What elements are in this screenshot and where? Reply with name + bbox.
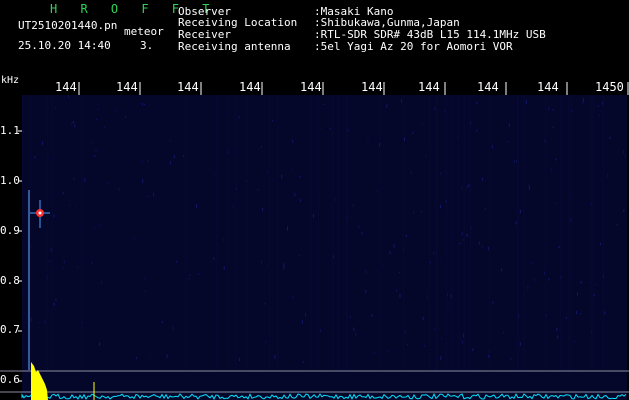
file-name: UT2510201440.pn <box>18 19 118 32</box>
date-time: 25.10.20 14:40 <box>18 39 111 52</box>
meteor-count: 3. <box>140 39 154 52</box>
x-tick-label: 144 <box>116 80 138 94</box>
y-tick-label: 1.1 <box>0 124 20 137</box>
spectrogram-plot <box>0 82 629 400</box>
x-tick-label: 144 <box>477 80 499 94</box>
antenna-value: :5el Yagi Az 20 for Aomori VOR <box>314 40 513 53</box>
x-tick-label: 144 <box>177 80 199 94</box>
y-tick-label: 0.8 <box>0 274 20 287</box>
y-tick-label: 0.9 <box>0 224 20 237</box>
y-tick-label: 1.0 <box>0 174 20 187</box>
y-tick-label: 0.7 <box>0 323 20 336</box>
x-tick-label: 144 <box>55 80 77 94</box>
x-tick-label: 144 <box>537 80 559 94</box>
spectrogram-background <box>22 95 627 400</box>
x-tick-label: 144 <box>239 80 261 94</box>
meteor-label: meteor <box>124 25 164 38</box>
axis-unit: kHz <box>1 75 20 86</box>
x-tick-label: 1450 <box>595 80 624 94</box>
x-tick-label: 144 <box>418 80 440 94</box>
y-tick-label: 0.6 <box>0 373 20 386</box>
antenna-label: Receiving antenna <box>178 40 291 53</box>
x-tick-label: 144 <box>361 80 383 94</box>
x-tick-label: 144 <box>300 80 322 94</box>
